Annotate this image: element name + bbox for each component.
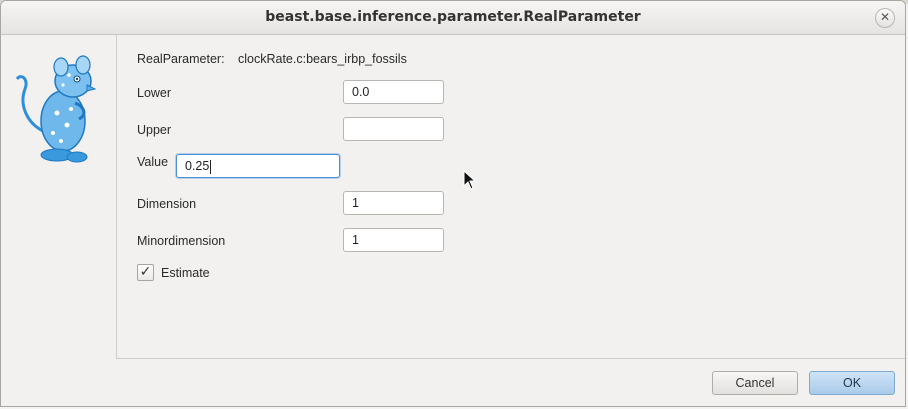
realparameter-dialog: beast.base.inference.parameter.RealParam…: [0, 0, 906, 407]
minordimension-input[interactable]: 1: [343, 228, 444, 252]
mouse-pointer-icon: [463, 170, 477, 190]
minordimension-label: Minordimension: [137, 234, 226, 248]
ok-button[interactable]: OK: [809, 371, 895, 395]
checkmark-icon: ✓: [139, 264, 152, 280]
lower-label: Lower: [137, 86, 172, 100]
parameter-type-label: RealParameter:: [137, 52, 225, 66]
parameter-id-text: clockRate.c:bears_irbp_fossils: [238, 52, 407, 66]
titlebar: beast.base.inference.parameter.RealParam…: [1, 1, 905, 35]
dimension-label: Dimension: [137, 197, 197, 211]
close-button[interactable]: ✕: [875, 8, 895, 28]
beast-rat-logo-icon: [15, 55, 97, 163]
window-title: beast.base.inference.parameter.RealParam…: [265, 9, 641, 25]
dimension-input[interactable]: 1: [343, 191, 444, 215]
estimate-label: Estimate: [161, 266, 210, 280]
estimate-checkbox[interactable]: ✓: [137, 264, 154, 281]
text-caret: [210, 159, 212, 174]
value-input-text: 0.25: [185, 159, 210, 173]
value-label: Value: [137, 155, 169, 169]
close-icon: ✕: [879, 10, 891, 24]
parameter-form: RealParameter: clockRate.c:bears_irbp_fo…: [116, 35, 905, 359]
value-input[interactable]: 0.25: [176, 154, 340, 178]
cancel-button[interactable]: Cancel: [712, 371, 798, 395]
upper-input[interactable]: [343, 117, 444, 141]
side-panel: [1, 35, 116, 358]
upper-label: Upper: [137, 123, 172, 137]
lower-input[interactable]: 0.0: [343, 80, 444, 104]
